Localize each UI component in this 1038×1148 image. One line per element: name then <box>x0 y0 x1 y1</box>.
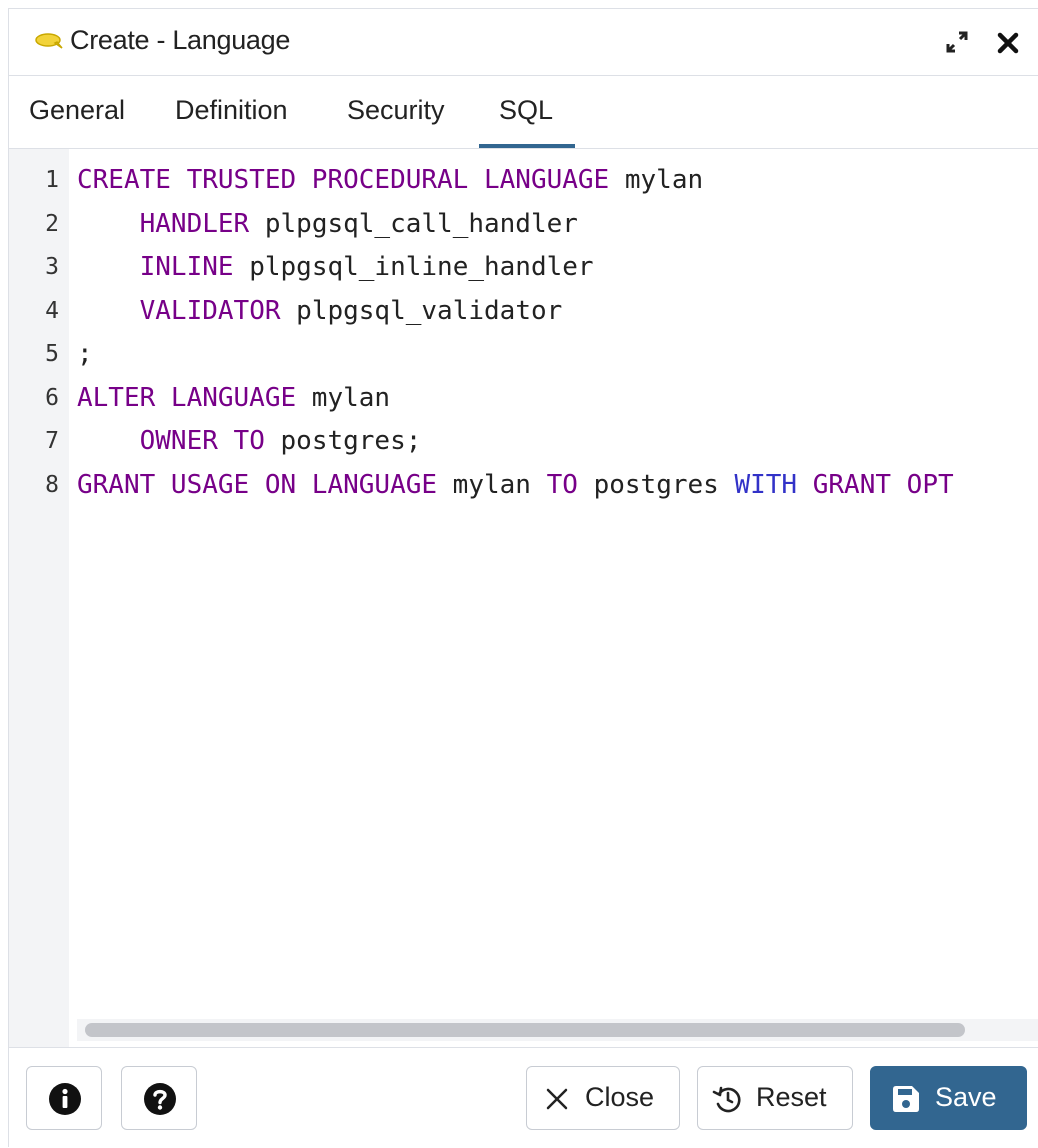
sql-text: mylan <box>437 470 547 500</box>
line-number: 5 <box>45 341 59 367</box>
sql-keyword: INLINE <box>139 252 234 282</box>
reset-icon <box>712 1085 742 1118</box>
save-button[interactable]: Save <box>870 1066 1027 1130</box>
sql-keyword: TO <box>546 470 578 500</box>
sql-keyword: VALIDATOR <box>139 296 281 326</box>
code-line: OWNER TO postgres; <box>77 426 422 456</box>
horizontal-scrollbar[interactable] <box>77 1019 1038 1041</box>
scrollbar-thumb[interactable] <box>85 1023 965 1037</box>
save-button-label: Save <box>935 1082 997 1112</box>
reset-button-label: Reset <box>756 1082 827 1112</box>
tab-bar: General Definition Security SQL <box>9 76 1038 149</box>
help-button[interactable] <box>121 1066 197 1130</box>
sql-keyword: CREATE TRUSTED PROCEDURAL LANGUAGE <box>77 165 610 195</box>
line-number: 8 <box>45 472 59 498</box>
reset-button[interactable]: Reset <box>697 1066 853 1130</box>
active-tab-indicator <box>479 144 575 148</box>
sql-text: mylan <box>296 383 391 413</box>
language-icon <box>33 30 65 54</box>
tab-definition[interactable]: Definition <box>175 95 288 126</box>
line-number: 1 <box>45 167 59 193</box>
code-line: VALIDATOR plpgsql_validator <box>77 296 563 326</box>
save-icon <box>891 1084 921 1119</box>
create-language-dialog: Create - Language General Definition Sec… <box>8 8 1038 1147</box>
sql-text: ; <box>77 339 93 369</box>
sql-keyword: GRANT USAGE ON LANGUAGE <box>77 470 438 500</box>
close-button[interactable]: Close <box>526 1066 680 1130</box>
sql-text: mylan <box>609 165 704 195</box>
code-area[interactable]: CREATE TRUSTED PROCEDURAL LANGUAGE mylan… <box>77 149 1038 1047</box>
dialog-footer: Close Reset Save <box>9 1048 1038 1148</box>
close-button-label: Close <box>585 1082 655 1112</box>
line-number: 6 <box>45 385 59 411</box>
code-line: CREATE TRUSTED PROCEDURAL LANGUAGE mylan <box>77 165 703 195</box>
line-number: 2 <box>45 211 59 237</box>
sql-text: postgres <box>577 470 735 500</box>
code-line: GRANT USAGE ON LANGUAGE mylan TO postgre… <box>77 470 954 500</box>
info-icon <box>48 1082 82 1121</box>
info-button[interactable] <box>26 1066 102 1130</box>
dialog-titlebar[interactable]: Create - Language <box>9 9 1038 76</box>
maximize-icon[interactable] <box>942 27 972 57</box>
close-icon[interactable] <box>995 27 1023 57</box>
code-line: INLINE plpgsql_inline_handler <box>77 252 594 282</box>
help-icon <box>143 1082 177 1121</box>
line-number: 4 <box>45 298 59 324</box>
sql-text: postgres; <box>264 426 422 456</box>
sql-editor[interactable]: 1 2 3 4 5 6 7 8 CREATE TRUSTED PROCEDURA… <box>9 149 1038 1048</box>
tab-sql[interactable]: SQL <box>499 95 553 126</box>
sql-keyword: OWNER TO <box>139 426 265 456</box>
dialog-title: Create - Language <box>70 25 291 55</box>
sql-keyword: HANDLER <box>139 209 250 239</box>
sql-text: plpgsql_call_handler <box>249 209 578 239</box>
sql-keyword: WITH <box>734 470 798 500</box>
line-number: 3 <box>45 254 59 280</box>
tab-security[interactable]: Security <box>347 95 445 126</box>
line-number: 7 <box>45 428 59 454</box>
code-line: ; <box>77 339 93 369</box>
code-line: HANDLER plpgsql_call_handler <box>77 209 578 239</box>
code-line: ALTER LANGUAGE mylan <box>77 383 390 413</box>
sql-keyword: ALTER LANGUAGE <box>77 383 297 413</box>
sql-text: plpgsql_inline_handler <box>233 252 594 282</box>
line-number-gutter: 1 2 3 4 5 6 7 8 <box>9 149 69 1047</box>
tab-general[interactable]: General <box>29 95 125 126</box>
sql-text: plpgsql_validator <box>280 296 563 326</box>
close-icon <box>545 1087 569 1116</box>
sql-keyword: GRANT OPT <box>812 470 954 500</box>
